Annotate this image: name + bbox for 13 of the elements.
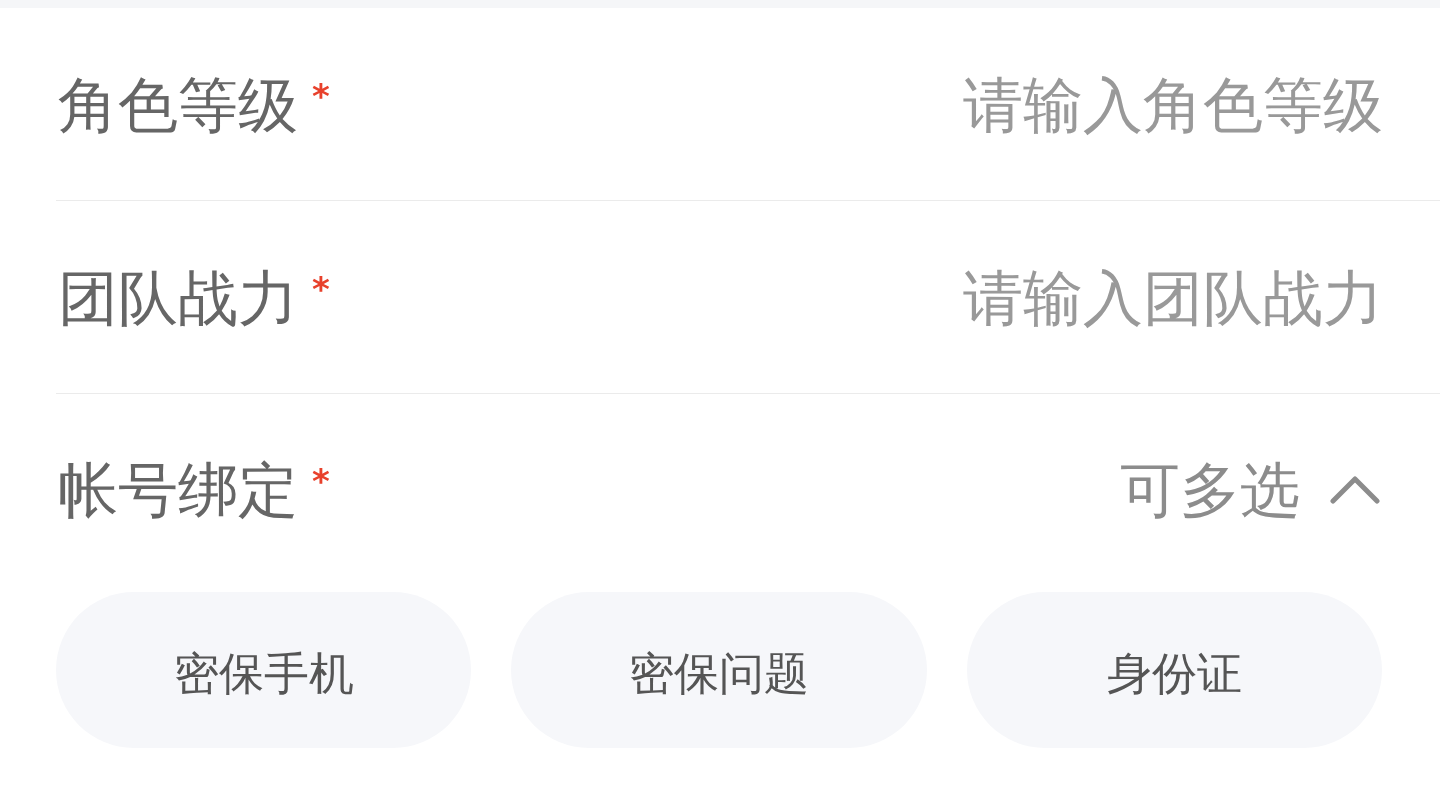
field-label: 角色等级: [58, 68, 298, 141]
option-chip[interactable]: 身份证: [966, 592, 1382, 748]
input-field[interactable]: 请输入团队战力: [369, 261, 1383, 334]
hint-text: 可多选: [1120, 454, 1300, 526]
option-chip[interactable]: 密保手机: [56, 592, 472, 748]
option-chip[interactable]: 密保问题: [511, 592, 927, 748]
field-label: 帐号绑定: [58, 454, 298, 526]
field-label: 团队战力: [58, 261, 298, 334]
required-asterisk: *: [312, 271, 330, 306]
required-asterisk: *: [312, 78, 330, 113]
required-asterisk: *: [312, 464, 330, 498]
input-field[interactable]: 请输入角色等级: [369, 68, 1383, 141]
chevron-icon[interactable]: [1330, 476, 1380, 504]
